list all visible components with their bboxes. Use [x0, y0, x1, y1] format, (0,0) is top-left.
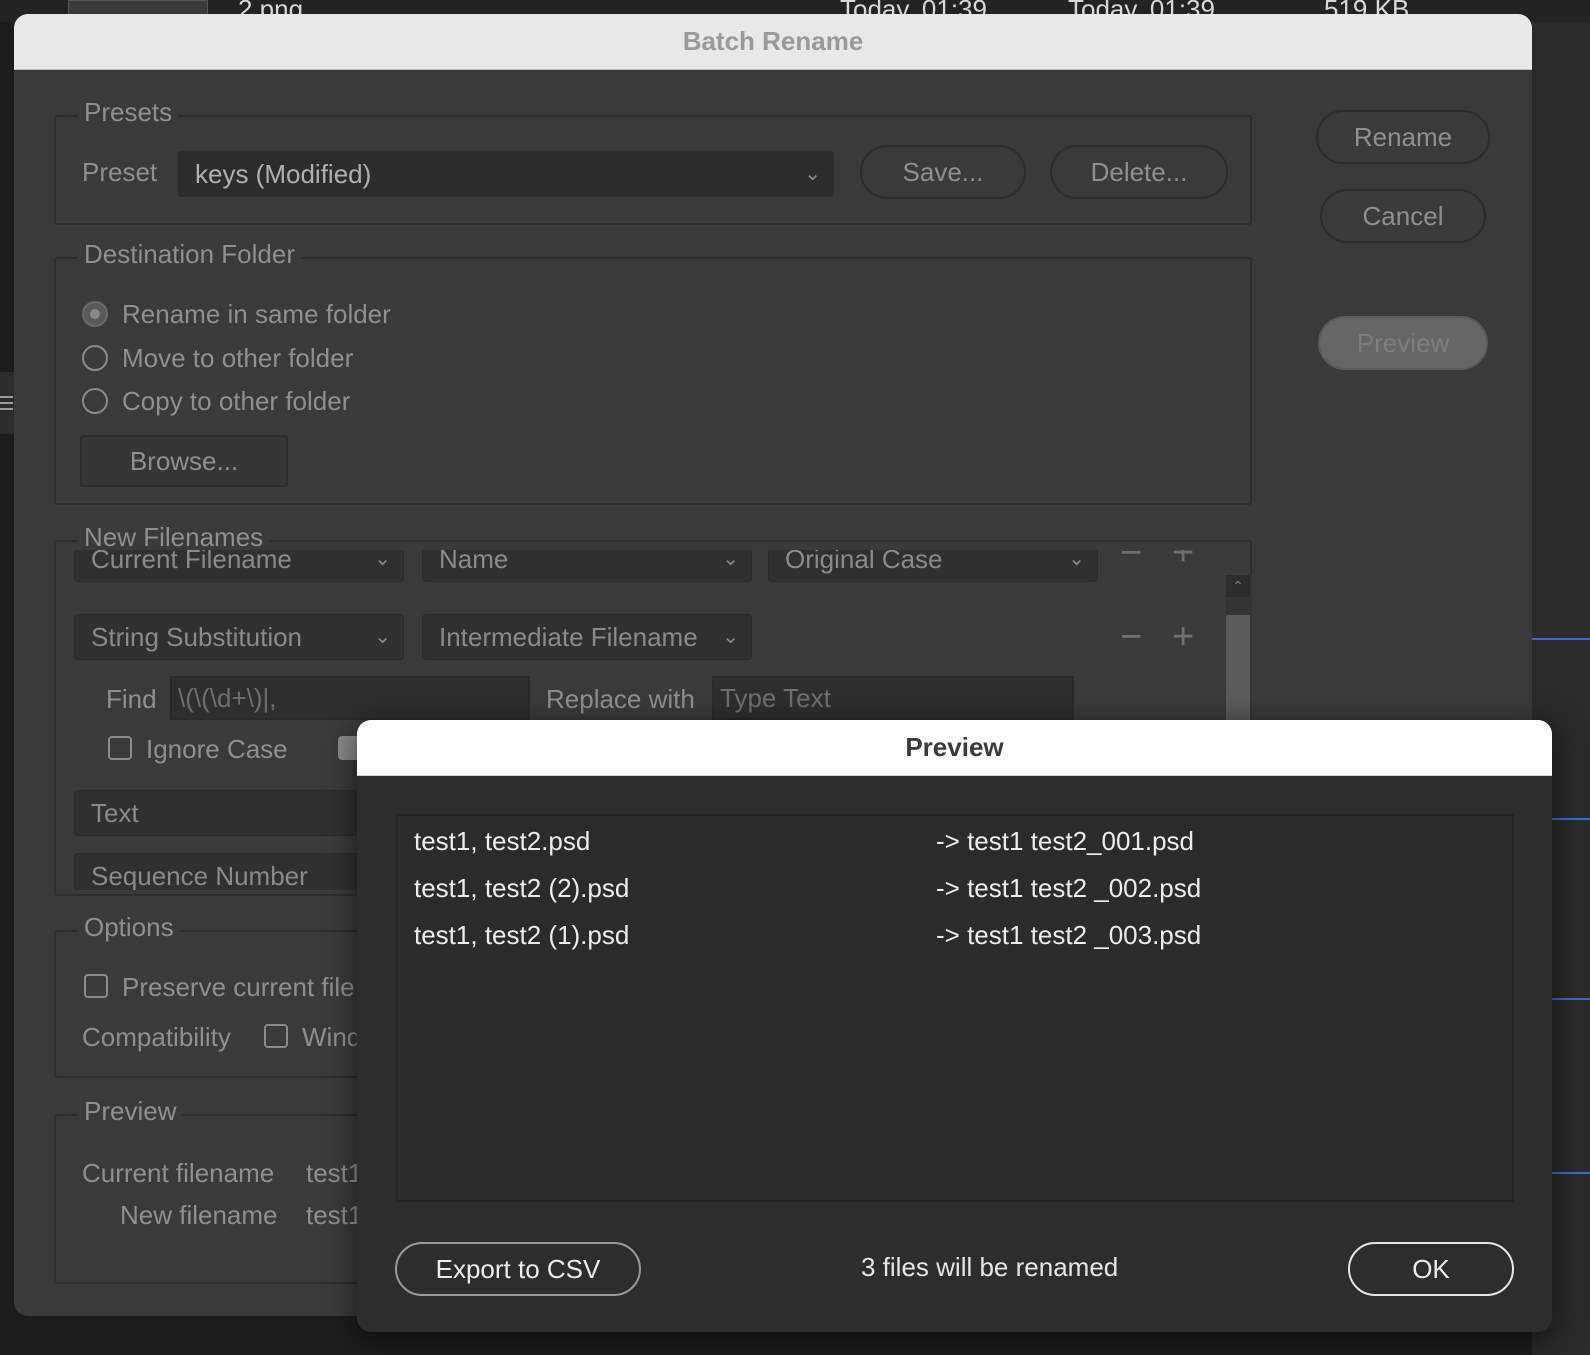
rule1-part-value: Name	[439, 550, 509, 574]
replace-input[interactable]: Type Text	[712, 676, 1074, 720]
hamburger-icon	[0, 372, 14, 434]
preview-modal: Preview test1, test2.psd -> test1 test2_…	[357, 720, 1552, 1332]
new-filename-value: test1	[306, 1200, 363, 1230]
rule4-type-select[interactable]: Sequence Number	[74, 853, 404, 890]
chevron-down-icon: ⌄	[374, 550, 391, 570]
radio-copy-folder[interactable]	[82, 388, 108, 414]
preset-value: keys (Modified)	[195, 159, 372, 189]
source-filename: test1, test2.psd	[414, 826, 591, 856]
rule1-case-select[interactable]: Original Case ⌄	[768, 550, 1098, 582]
export-csv-button[interactable]: Export to CSV	[395, 1242, 641, 1296]
rule4-type-value: Sequence Number	[91, 861, 308, 890]
source-filename: test1, test2 (1).psd	[414, 920, 630, 950]
replace-with-label: Replace with	[546, 684, 695, 714]
chevron-down-icon: ⌄	[722, 626, 739, 648]
target-filename: -> test1 test2 _002.psd	[936, 873, 1202, 903]
current-filename-value: test1	[306, 1158, 363, 1188]
cancel-button[interactable]: Cancel	[1320, 189, 1486, 243]
options-legend: Options	[78, 912, 180, 943]
preserve-checkbox[interactable]	[84, 974, 108, 998]
option-copy-folder-label: Copy to other folder	[122, 386, 351, 416]
find-input[interactable]: \(\(\d+\)|,	[170, 676, 530, 720]
save-preset-button[interactable]: Save...	[860, 145, 1026, 199]
new-filenames-legend: New Filenames	[78, 522, 270, 553]
delete-preset-button[interactable]: Delete...	[1050, 145, 1228, 199]
destination-group: Destination Folder Rename in same folder…	[54, 239, 1252, 505]
find-label: Find	[106, 684, 157, 714]
windows-label: Wind	[302, 1022, 362, 1052]
remove-rule-icon[interactable]: −	[1120, 550, 1142, 572]
rule2-type-value: String Substitution	[91, 622, 303, 652]
presets-legend: Presets	[78, 97, 179, 128]
preserve-label: Preserve current file	[122, 972, 355, 1002]
new-filename-label: New filename	[120, 1200, 278, 1230]
preset-label: Preset	[82, 157, 158, 187]
rule1-case-value: Original Case	[785, 550, 943, 574]
destination-legend: Destination Folder	[78, 239, 301, 270]
rename-preview-list[interactable]: test1, test2.psd -> test1 test2_001.psd …	[396, 814, 1514, 1202]
target-filename: -> test1 test2 _003.psd	[936, 920, 1202, 950]
ignore-case-label: Ignore Case	[146, 734, 288, 764]
rule2-part-select[interactable]: Intermediate Filename ⌄	[422, 614, 752, 660]
rename-button[interactable]: Rename	[1316, 110, 1490, 164]
dialog-title: Batch Rename	[14, 14, 1532, 70]
chevron-down-icon: ⌄	[722, 550, 739, 570]
preview-legend: Preview	[78, 1096, 183, 1127]
rule1-type-value: Current Filename	[91, 550, 292, 574]
current-filename-label: Current filename	[82, 1158, 275, 1188]
chevron-down-icon: ⌄	[804, 163, 821, 185]
chevron-down-icon: ⌄	[1068, 550, 1085, 570]
windows-checkbox[interactable]	[264, 1024, 288, 1048]
rule3-type-select[interactable]: Text	[74, 790, 404, 836]
chevron-down-icon: ⌄	[374, 626, 391, 648]
radio-move-folder[interactable]	[82, 345, 108, 371]
ignore-case-checkbox[interactable]	[108, 736, 132, 760]
add-rule-icon[interactable]: +	[1172, 550, 1194, 572]
rule2-type-select[interactable]: String Substitution ⌄	[74, 614, 404, 660]
preview-modal-title: Preview	[357, 720, 1552, 776]
preview-button[interactable]: Preview	[1318, 316, 1488, 370]
browse-button[interactable]: Browse...	[80, 435, 288, 487]
remove-rule-icon[interactable]: −	[1120, 618, 1142, 656]
option-same-folder-label: Rename in same folder	[122, 299, 391, 329]
rule1-type-select[interactable]: Current Filename ⌄	[74, 550, 404, 582]
add-rule-icon[interactable]: +	[1172, 618, 1194, 656]
option-move-folder-label: Move to other folder	[122, 343, 354, 373]
chevron-up-icon[interactable]: ⌃	[1226, 575, 1250, 597]
rule1-part-select[interactable]: Name ⌄	[422, 550, 752, 582]
rule2-part-value: Intermediate Filename	[439, 622, 698, 652]
presets-group: Presets Preset keys (Modified) ⌄ Save...…	[54, 97, 1252, 225]
radio-same-folder[interactable]	[82, 301, 108, 327]
rename-count-status: 3 files will be renamed	[861, 1252, 1119, 1282]
ok-button[interactable]: OK	[1348, 1242, 1514, 1296]
preset-select[interactable]: keys (Modified) ⌄	[178, 151, 834, 197]
rule3-type-value: Text	[91, 798, 139, 828]
source-filename: test1, test2 (2).psd	[414, 873, 630, 903]
target-filename: -> test1 test2_001.psd	[936, 826, 1195, 856]
compatibility-label: Compatibility	[82, 1022, 231, 1052]
